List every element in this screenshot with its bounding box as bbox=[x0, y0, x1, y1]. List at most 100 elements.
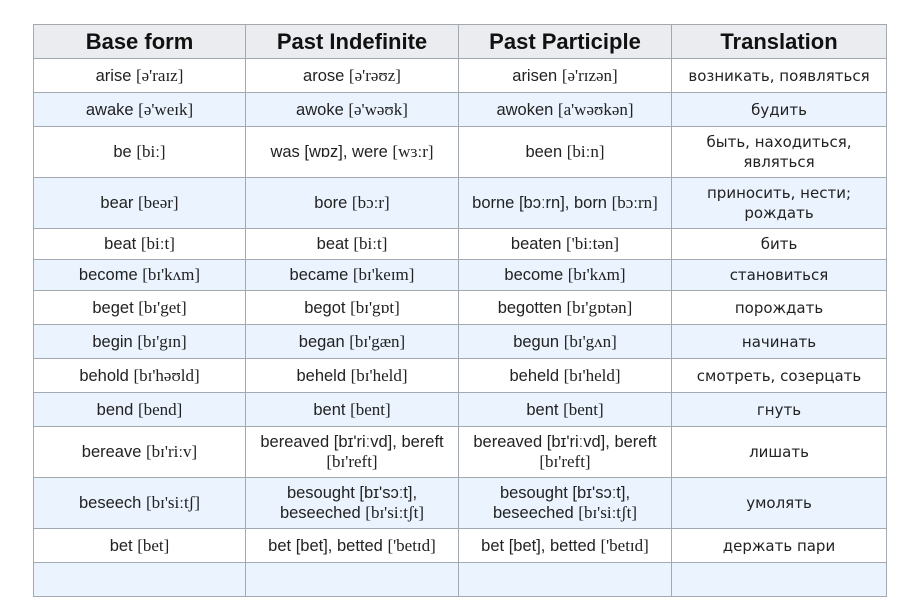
table-row: bereave [bɪ'riːv] bereaved [bɪ'riːvd], be… bbox=[33, 426, 887, 478]
word-text: beat bbox=[316, 235, 349, 253]
word-text: began bbox=[298, 332, 345, 351]
word-text: bet [bet], betted bbox=[481, 536, 596, 555]
transcription-text: [ə'weɪk] bbox=[138, 99, 194, 119]
transcription-text: [ə'rɪzən] bbox=[561, 65, 618, 85]
word-text: arisen bbox=[512, 66, 558, 85]
transcription-text: [ə'raɪz] bbox=[135, 65, 184, 85]
transcription-text: [bɪ'kʌm] bbox=[142, 265, 201, 284]
word-text: гнуть bbox=[756, 400, 802, 419]
past-indefinite-cell: became [bɪ'keɪm] bbox=[245, 259, 459, 291]
word-text: begin bbox=[92, 332, 133, 351]
word-text: begun bbox=[513, 332, 560, 351]
transcription-text: [bɪ'gæn] bbox=[349, 331, 406, 351]
empty-cell bbox=[671, 562, 887, 597]
word-text: bent bbox=[313, 400, 346, 419]
transcription-text: [bend] bbox=[137, 399, 183, 419]
transcription-text: ['betɪd] bbox=[387, 535, 436, 555]
transcription-text: [bɪ'gɪn] bbox=[137, 331, 187, 351]
base-form-cell: become [bɪ'kʌm] bbox=[33, 259, 246, 291]
word-text: bent bbox=[526, 400, 559, 419]
word-text: become bbox=[78, 266, 138, 284]
transcription-text: [bɪ'gɒtən] bbox=[566, 297, 633, 317]
transcription-text: [bɪ'gʌn] bbox=[563, 331, 617, 351]
word-text: be bbox=[113, 143, 132, 161]
past-participle-cell: borne [bɔːrn], born [bɔːrn] bbox=[458, 177, 672, 229]
table-row: beget [bɪ'get] begot [bɪ'gɒt] begotten [bɪ… bbox=[33, 290, 887, 325]
transcription-text: [biː] bbox=[136, 142, 166, 161]
transcription-text: [bɪ'reft] bbox=[326, 452, 378, 471]
past-indefinite-cell: beheld [bɪ'held] bbox=[245, 358, 459, 393]
translation-cell: будить bbox=[671, 92, 887, 127]
transcription-text: [bɪ'held] bbox=[350, 365, 408, 385]
transcription-text: [bɪ'keɪm] bbox=[352, 265, 415, 284]
past-indefinite-cell: awoke [ə'wəʊk] bbox=[245, 92, 459, 127]
base-form-cell: begin [bɪ'gɪn] bbox=[33, 324, 246, 359]
word-text: bore bbox=[314, 194, 348, 212]
translation-cell: умолять bbox=[671, 477, 887, 529]
word-text: быть, находиться, являться bbox=[706, 133, 852, 171]
transcription-text: [bɔːr] bbox=[351, 193, 390, 212]
word-text: приносить, нести; рождать bbox=[707, 184, 851, 222]
past-indefinite-cell: bore [bɔːr] bbox=[245, 177, 459, 229]
transcription-text: [a'wəʊkən] bbox=[557, 99, 634, 119]
irregular-verbs-table-container: Base form Past Indefinite Past Participl… bbox=[33, 24, 887, 597]
word-text: behold bbox=[79, 366, 129, 385]
transcription-text: [bɪ'riːv] bbox=[146, 442, 198, 461]
translation-cell: начинать bbox=[671, 324, 887, 359]
transcription-text: [bɪ'get] bbox=[138, 297, 187, 317]
base-form-cell: arise [ə'raɪz] bbox=[33, 58, 246, 93]
past-indefinite-cell: beat [biːt] bbox=[245, 228, 459, 260]
transcription-text: [bent] bbox=[563, 399, 604, 419]
word-text: bet [bet], betted bbox=[268, 536, 383, 555]
word-text: порождать bbox=[734, 298, 824, 317]
past-indefinite-cell: bet [bet], betted ['betɪd] bbox=[245, 528, 459, 563]
empty-cell bbox=[245, 562, 459, 597]
table-body: arise [ə'raɪz] arose [ə'rəʊz] arisen [ə'rɪ… bbox=[33, 58, 887, 597]
word-text: begot bbox=[304, 298, 346, 317]
translation-cell: гнуть bbox=[671, 392, 887, 427]
word-text: beseech bbox=[78, 494, 142, 512]
base-form-cell: behold [bɪ'həʊld] bbox=[33, 358, 246, 393]
past-participle-cell: begun [bɪ'gʌn] bbox=[458, 324, 672, 359]
past-indefinite-cell: besought [bɪ'sɔːt], beseeched [bɪ'siːtʃt… bbox=[245, 477, 459, 529]
base-form-cell: bet [bet] bbox=[33, 528, 246, 563]
transcription-text: [bɪ'həʊld] bbox=[133, 365, 200, 385]
word-text: arose bbox=[303, 66, 345, 85]
word-text: beat bbox=[104, 235, 137, 253]
table-row: be [biː] was [wɒz], were [wɜːr] been [biːn… bbox=[33, 126, 887, 178]
transcription-text: [bɪ'held] bbox=[563, 365, 621, 385]
transcription-text: [biːt] bbox=[140, 234, 175, 253]
word-text: bereaved [bɪ'riːvd], bereft bbox=[260, 433, 444, 451]
word-text: arise bbox=[95, 66, 132, 85]
translation-cell: бить bbox=[671, 228, 887, 260]
word-text: awoke bbox=[296, 100, 344, 119]
word-text: awoken bbox=[496, 100, 554, 119]
word-text: бить bbox=[760, 235, 798, 253]
base-form-cell: awake [ə'weɪk] bbox=[33, 92, 246, 127]
transcription-text: [biːt] bbox=[353, 234, 388, 253]
header-base-form: Base form bbox=[33, 24, 246, 59]
word-text: bereaved [bɪ'riːvd], bereft bbox=[473, 433, 657, 451]
table-row: beat [biːt] beat [biːt] beaten ['biːtən] би… bbox=[33, 228, 887, 260]
transcription-text: [wɜːr] bbox=[392, 142, 434, 161]
empty-cell bbox=[33, 562, 246, 597]
past-participle-cell: bet [bet], betted ['betɪd] bbox=[458, 528, 672, 563]
base-form-cell: bear [beər] bbox=[33, 177, 246, 229]
transcription-text: [bɪ'siːtʃ] bbox=[145, 493, 201, 512]
translation-cell: возникать, появляться bbox=[671, 58, 887, 93]
word-text: держать пари bbox=[722, 536, 836, 555]
past-participle-cell: bereaved [bɪ'riːvd], bereft [bɪ'reft] bbox=[458, 426, 672, 478]
past-indefinite-cell: bereaved [bɪ'riːvd], bereft [bɪ'reft] bbox=[245, 426, 459, 478]
table-row: begin [bɪ'gɪn] began [bɪ'gæn] begun [bɪ'gʌ… bbox=[33, 324, 887, 359]
past-participle-cell: begotten [bɪ'gɒtən] bbox=[458, 290, 672, 325]
header-past-participle: Past Participle bbox=[458, 24, 672, 59]
word-text: лишать bbox=[749, 443, 809, 461]
past-participle-cell: arisen [ə'rɪzən] bbox=[458, 58, 672, 93]
word-text: beheld bbox=[509, 366, 560, 385]
word-text: смотреть, созерцать bbox=[696, 366, 862, 385]
translation-cell: лишать bbox=[671, 426, 887, 478]
table-row: awake [ə'weɪk] awoke [ə'wəʊk] awoken [a'wə… bbox=[33, 92, 887, 127]
table-row: beseech [bɪ'siːtʃ] besought [bɪ'sɔːt], be… bbox=[33, 477, 887, 529]
table-row-partial bbox=[33, 562, 887, 597]
header-past-indefinite: Past Indefinite bbox=[245, 24, 459, 59]
